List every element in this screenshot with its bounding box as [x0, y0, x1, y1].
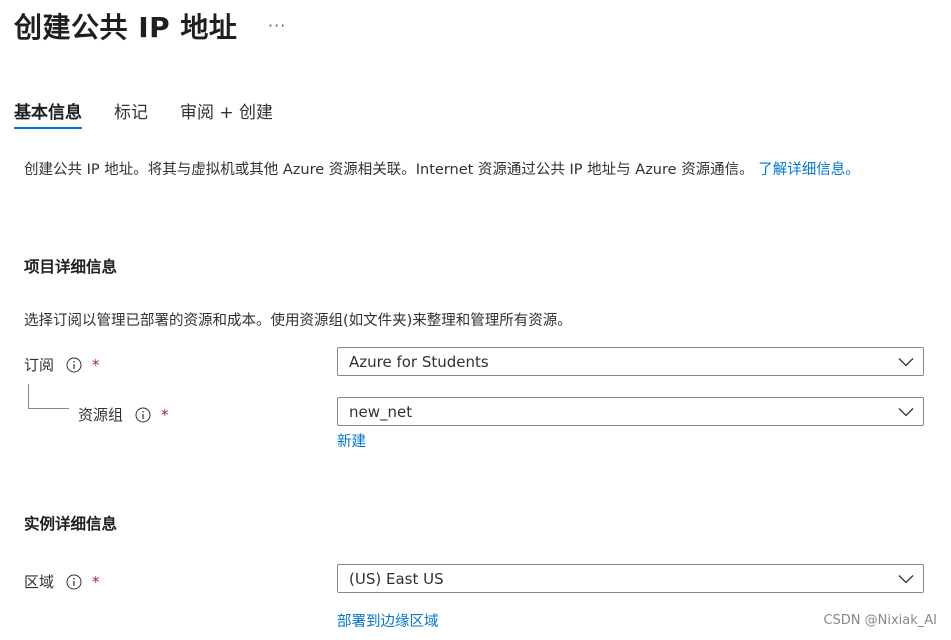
more-options-button[interactable]: ···: [268, 16, 286, 35]
region-label: 区域 *: [24, 571, 100, 592]
deploy-to-edge-zone-link[interactable]: 部署到边缘区域: [337, 610, 439, 631]
region-value: (US) East US: [349, 569, 444, 588]
required-marker: *: [92, 355, 100, 374]
region-label-text: 区域: [24, 573, 55, 591]
project-details-title: 项目详细信息: [24, 258, 118, 276]
resource-group-label-text: 资源组: [78, 406, 124, 424]
tab-tags[interactable]: 标记: [114, 98, 148, 128]
chevron-down-icon: [898, 574, 914, 584]
required-marker: *: [92, 572, 100, 591]
subscription-label: 订阅 *: [24, 354, 100, 375]
learn-more-link[interactable]: 了解详细信息。: [758, 162, 860, 178]
project-details-description: 选择订阅以管理已部署的资源和成本。使用资源组(如文件夹)来整理和管理所有资源。: [24, 313, 572, 329]
subscription-select[interactable]: Azure for Students: [337, 347, 924, 376]
intro-text: 创建公共 IP 地址。将其与虚拟机或其他 Azure 资源相关联。Interne…: [24, 158, 860, 179]
chevron-down-icon: [898, 407, 914, 417]
resource-group-select[interactable]: new_net: [337, 397, 924, 426]
intro-description: 创建公共 IP 地址。将其与虚拟机或其他 Azure 资源相关联。Interne…: [24, 162, 754, 178]
create-public-ip-page: 创建公共 IP 地址 ··· 基本信息 标记 审阅 + 创建 创建公共 IP 地…: [0, 0, 951, 640]
info-icon[interactable]: [66, 357, 82, 373]
page-title: 创建公共 IP 地址: [14, 11, 238, 44]
resource-group-value: new_net: [349, 402, 413, 421]
subscription-value: Azure for Students: [349, 352, 489, 371]
instance-details-title: 实例详细信息: [24, 515, 118, 533]
required-marker: *: [161, 405, 169, 424]
chevron-down-icon: [898, 357, 914, 367]
subscription-label-text: 订阅: [24, 356, 55, 374]
tab-review-create[interactable]: 审阅 + 创建: [180, 98, 273, 128]
region-select[interactable]: (US) East US: [337, 564, 924, 593]
info-icon[interactable]: [135, 407, 151, 423]
tab-basics[interactable]: 基本信息: [14, 98, 82, 129]
resource-group-label: 资源组 *: [78, 404, 169, 425]
info-icon[interactable]: [66, 574, 82, 590]
create-new-resource-group-link[interactable]: 新建: [337, 430, 366, 451]
watermark: CSDN @Nixiak_AI: [823, 613, 937, 628]
hierarchy-connector-line: [28, 384, 69, 409]
